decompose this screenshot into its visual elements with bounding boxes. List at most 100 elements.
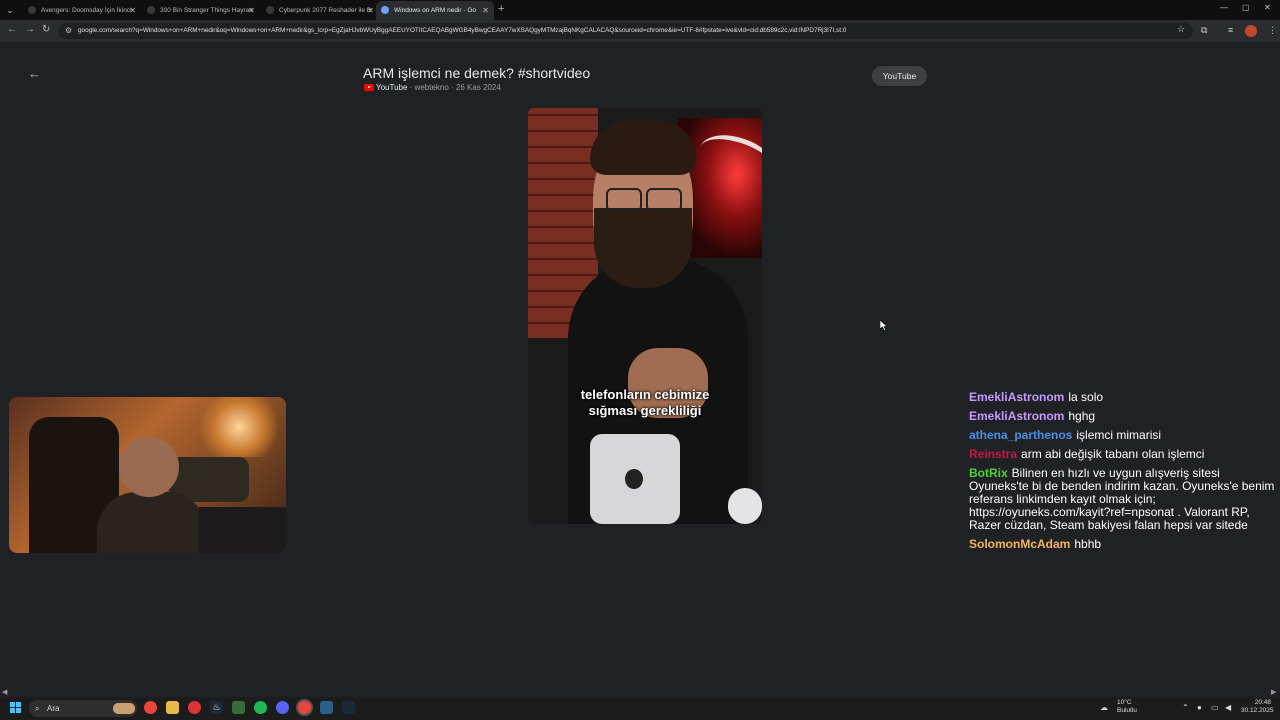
forward-icon[interactable]: → bbox=[25, 24, 35, 35]
chat-username: BotRix bbox=[969, 466, 1008, 480]
chrome-active-icon[interactable] bbox=[298, 701, 311, 714]
webcam-streamer-body bbox=[97, 492, 207, 553]
chat-username: EmekliAstronom bbox=[969, 390, 1065, 404]
extensions-icon[interactable]: ⧉ bbox=[1201, 25, 1207, 36]
opera-icon[interactable] bbox=[188, 701, 201, 714]
subtitle-line-1: telefonların cebimize bbox=[580, 387, 710, 402]
new-tab-icon[interactable]: + bbox=[498, 3, 504, 15]
back-arrow-icon[interactable]: ← bbox=[28, 66, 41, 81]
scroll-left-icon[interactable]: ◀ bbox=[2, 688, 7, 696]
steam-client-icon[interactable] bbox=[342, 701, 355, 714]
chat-message: EmekliAstronom la solo bbox=[969, 391, 1279, 404]
windows-taskbar: ⌕ Ara ♨ ☁ 10°C Bulutlu ⌃ ● ▭ ◀ 20:48 30.… bbox=[0, 697, 1280, 720]
video-meta: YouTube · webtekno · 26 Kas 2024 bbox=[364, 83, 501, 92]
streamer-webcam bbox=[9, 397, 286, 553]
taskbar-search[interactable]: ⌕ Ara bbox=[29, 700, 137, 717]
chat-username: Reinstra bbox=[969, 447, 1018, 461]
chat-message: Reinstra arm abi değişik tabanı olan işle… bbox=[969, 448, 1279, 461]
stream-chat: EmekliAstronom la solo EmekliAstronom hghg… bbox=[969, 391, 1279, 557]
weather-widget[interactable]: 10°C Bulutlu bbox=[1117, 699, 1137, 715]
video-channel: webtekno bbox=[414, 83, 449, 92]
tab-windows-on-arm[interactable]: Windows on ARM nedir - Go ✕ bbox=[376, 1, 494, 20]
horizontal-scrollbar[interactable]: ◀ ▶ bbox=[0, 688, 1280, 697]
media-controls-icon[interactable]: ≡ bbox=[1228, 25, 1233, 35]
minimize-icon[interactable]: — bbox=[1220, 3, 1228, 12]
video-source: YouTube bbox=[376, 83, 408, 92]
video-presenter-hair bbox=[590, 120, 696, 175]
search-icon: ⌕ bbox=[35, 704, 40, 713]
tab-title: 300 Bin Stranger Things Hayran bbox=[160, 7, 253, 14]
search-highlight-icon bbox=[113, 703, 135, 714]
subtitle-line-2: sığması gerekliliği bbox=[588, 403, 702, 418]
google-favicon-icon bbox=[381, 6, 389, 14]
video-player[interactable]: telefonların cebimize sığması gerekliliğ… bbox=[528, 108, 762, 524]
tab-close-icon[interactable]: ✕ bbox=[482, 1, 489, 20]
video-title[interactable]: ARM işlemci ne demek? #shortvideo bbox=[363, 65, 590, 81]
tab-cyberpunk[interactable]: Cyberpunk 2077 Reshader ile B ✕ bbox=[261, 1, 379, 20]
windows-start-icon[interactable] bbox=[10, 702, 22, 714]
menu-kebab-icon[interactable]: ⋮ bbox=[1268, 25, 1277, 36]
magic-mouse bbox=[728, 488, 762, 524]
steam-alt-icon[interactable] bbox=[320, 701, 333, 714]
chat-text: Bilinen en hızlı ve uygun alışveriş site… bbox=[969, 466, 1275, 532]
chat-message: BotRix Bilinen en hızlı ve uygun alışveri… bbox=[969, 467, 1279, 532]
tab-avengers[interactable]: Avengers: Doomsday İçin İkinci ✕ bbox=[23, 1, 141, 20]
webcam-streamer-head bbox=[119, 437, 179, 497]
tab-favicon bbox=[147, 6, 155, 14]
video-presenter-beard bbox=[594, 208, 692, 288]
webcam-lamp bbox=[199, 397, 279, 457]
tab-strip: ⌄ Avengers: Doomsday İçin İkinci ✕ 300 B… bbox=[0, 0, 1280, 20]
tab-title: Avengers: Doomsday İçin İkinci bbox=[41, 7, 132, 14]
steam-icon[interactable]: ♨ bbox=[210, 701, 223, 714]
tab-close-icon[interactable]: ✕ bbox=[367, 1, 374, 20]
video-presenter-glasses bbox=[606, 188, 682, 212]
video-subtitle: telefonların cebimize sığması gerekliliğ… bbox=[528, 387, 762, 419]
tab-favicon bbox=[266, 6, 274, 14]
tab-stranger-things[interactable]: 300 Bin Stranger Things Hayran ✕ bbox=[142, 1, 260, 20]
bookmark-star-icon[interactable]: ☆ bbox=[1177, 24, 1185, 35]
browser-toolbar: ← → ↻ ⚙ google.com/search?q=Windows+on+A… bbox=[0, 20, 1280, 42]
chat-text: arm abi değişik tabanı olan işlemci bbox=[1021, 447, 1205, 461]
weather-cloud-icon[interactable]: ☁ bbox=[1100, 703, 1108, 712]
address-bar[interactable]: ⚙ google.com/search?q=Windows+on+ARM+ned… bbox=[58, 23, 1193, 39]
maximize-icon[interactable]: ▢ bbox=[1242, 3, 1250, 12]
site-info-icon[interactable]: ⚙ bbox=[65, 26, 72, 35]
file-explorer-icon[interactable] bbox=[166, 701, 179, 714]
open-youtube-button[interactable]: YouTube bbox=[872, 66, 927, 86]
video-date: 26 Kas 2024 bbox=[455, 83, 501, 92]
chrome-icon[interactable] bbox=[144, 701, 157, 714]
tab-search-icon[interactable]: ⌄ bbox=[4, 4, 16, 16]
tab-close-icon[interactable]: ✕ bbox=[129, 1, 136, 20]
weather-temperature: 10°C bbox=[1117, 699, 1132, 706]
chat-message: SolomonMcAdam hbhb bbox=[969, 538, 1279, 551]
tray-chevron-up-icon[interactable]: ⌃ bbox=[1182, 703, 1189, 712]
notepad-icon[interactable] bbox=[232, 701, 245, 714]
reload-icon[interactable]: ↻ bbox=[42, 24, 50, 35]
taskbar-search-placeholder: Ara bbox=[47, 704, 60, 713]
tab-title: Cyberpunk 2077 Reshader ile B bbox=[279, 7, 372, 14]
spotify-icon[interactable] bbox=[254, 701, 267, 714]
chat-message: EmekliAstronom hghg bbox=[969, 410, 1279, 423]
tab-title: Windows on ARM nedir - Go bbox=[394, 7, 477, 14]
chat-text: hbhb bbox=[1074, 537, 1102, 551]
close-window-icon[interactable]: ✕ bbox=[1264, 3, 1271, 12]
chat-text: la solo bbox=[1068, 390, 1104, 404]
chat-message: athena_parthenos işlemci mimarisi bbox=[969, 429, 1279, 442]
tray-app-icon[interactable]: ● bbox=[1197, 703, 1202, 712]
volume-icon[interactable]: ◀ bbox=[1225, 703, 1231, 712]
scroll-right-icon[interactable]: ▶ bbox=[1271, 688, 1276, 696]
network-icon[interactable]: ▭ bbox=[1211, 703, 1219, 712]
tab-favicon bbox=[28, 6, 36, 14]
profile-avatar[interactable] bbox=[1245, 25, 1257, 37]
discord-icon[interactable] bbox=[276, 701, 289, 714]
chat-text: işlemci mimarisi bbox=[1076, 428, 1162, 442]
clock-time: 20:48 bbox=[1254, 699, 1271, 706]
clock-date: 30.12.2025 bbox=[1241, 707, 1274, 714]
clock[interactable]: 20:48 30.12.2025 bbox=[1241, 699, 1274, 715]
url-text[interactable]: google.com/search?q=Windows+on+ARM+nedir… bbox=[78, 23, 1158, 39]
chat-username: SolomonMcAdam bbox=[969, 537, 1071, 551]
back-icon[interactable]: ← bbox=[7, 24, 17, 35]
youtube-logo-icon bbox=[364, 84, 374, 91]
chat-username: EmekliAstronom bbox=[969, 409, 1065, 423]
tab-close-icon[interactable]: ✕ bbox=[248, 1, 255, 20]
